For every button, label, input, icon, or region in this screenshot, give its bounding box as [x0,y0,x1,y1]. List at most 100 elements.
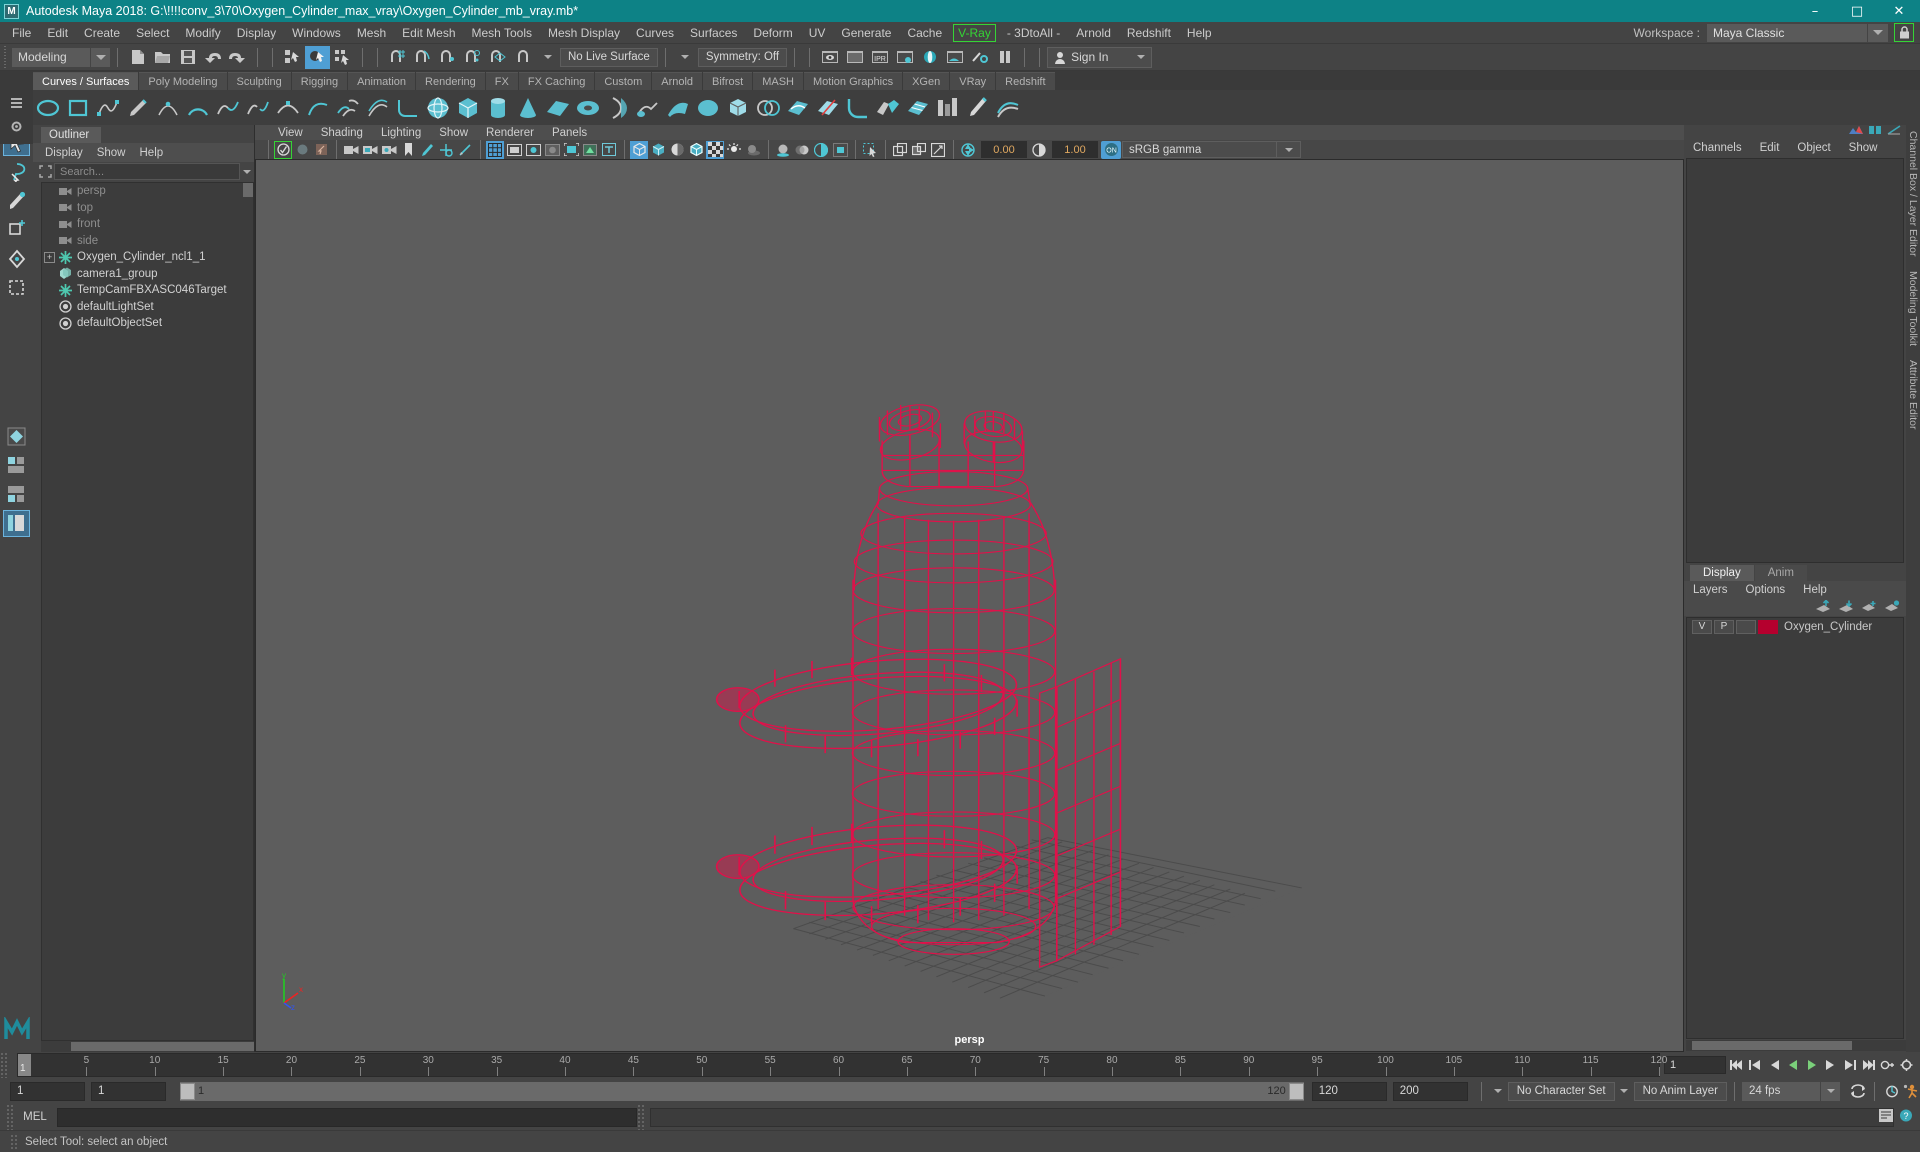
menu-3dtoall[interactable]: - 3DtoAll - [999,24,1068,42]
shelf-rebuild-surfaces-icon[interactable] [903,93,933,123]
new-empty-layer-icon[interactable] [1884,599,1900,615]
shelf-tab-custom[interactable]: Custom [595,72,652,90]
selection-bracket-icon[interactable] [36,163,54,180]
rotate-tool-icon[interactable] [3,245,30,272]
step-forward-frame-icon[interactable] [1840,1056,1859,1075]
shelf-surface-flow-icon[interactable] [993,93,1023,123]
color-space-select[interactable]: sRGB gamma [1122,141,1277,159]
gate-mask-icon[interactable] [543,141,561,159]
snap-to-grid-icon[interactable] [385,46,410,69]
minimize-button[interactable]: – [1794,0,1836,22]
range-slider-left-handle[interactable] [180,1082,195,1100]
outliner-list[interactable]: persp top front side + Oxygen_Cylinder_n… [41,182,254,1041]
layer-row[interactable]: V P Oxygen_Cylinder [1687,618,1903,636]
playback-speed-chevron-down-icon[interactable] [1821,1081,1840,1101]
outliner-vertical-scrollbar[interactable] [243,183,253,1040]
layer-color-swatch[interactable] [1758,619,1778,634]
layer-horizontal-scrollbar[interactable] [1686,1040,1906,1051]
ipr-render-icon[interactable]: IPR [867,46,892,69]
menu-select[interactable]: Select [128,24,177,42]
xray-active-components-icon[interactable] [910,141,928,159]
outliner-menu-help[interactable]: Help [133,147,171,159]
viewport-menu-shading[interactable]: Shading [312,127,372,139]
camera-settings-icon[interactable] [380,141,398,159]
shelf-nurbs-circle-icon[interactable] [33,93,63,123]
toolbar-gripper[interactable] [2,46,10,68]
shelf-birail-icon[interactable] [663,93,693,123]
outliner-item-default-object-set[interactable]: defaultObjectSet [42,315,253,332]
menu-mesh-tools[interactable]: Mesh Tools [464,24,540,42]
shelf-tab-rigging[interactable]: Rigging [291,72,348,90]
camera-attributes-icon[interactable] [342,141,360,159]
channels-edit-menu[interactable]: Edit [1751,142,1789,154]
shelf-tab-xgen[interactable]: XGen [903,72,950,90]
step-back-key-icon[interactable] [1764,1056,1783,1075]
character-set-field[interactable]: No Character Set [1507,1081,1615,1101]
new-layer-from-selected-icon[interactable] [1861,600,1877,615]
range-slider-right-handle[interactable] [1288,1082,1304,1100]
channels-menu[interactable]: Channels [1684,142,1751,154]
go-to-end-icon[interactable] [1859,1056,1878,1075]
shelf-tab-bifrost[interactable]: Bifrost [703,72,753,90]
viewport-menu-view[interactable]: View [269,127,312,139]
shelf-tab-vray[interactable]: VRay [950,72,996,90]
shelf-tab-poly-modeling[interactable]: Poly Modeling [139,72,227,90]
snap-to-curve-icon[interactable] [410,46,435,69]
shelf-loft-icon[interactable] [333,93,363,123]
exposure-icon[interactable] [959,141,977,159]
channel-box-toggle-icon[interactable] [1849,125,1863,139]
exposure-control-icon[interactable] [562,141,580,159]
layer-visibility-toggle[interactable]: V [1692,619,1712,634]
layers-help-menu[interactable]: Help [1794,584,1836,596]
outliner-item-camera1-group[interactable]: camera1_group [42,266,253,283]
help-line-icon[interactable]: ? [1898,1108,1914,1126]
view-cube-layout-icon[interactable] [3,423,30,450]
menu-windows[interactable]: Windows [284,24,349,42]
layer-hscroll-thumb[interactable] [1692,1041,1852,1050]
shelf-surface-fillet-icon[interactable] [843,93,873,123]
shelf-trim-tool-icon[interactable] [813,93,843,123]
render-settings-icon[interactable] [892,46,917,69]
step-forward-key-icon[interactable] [1821,1056,1840,1075]
2d-pan-zoom-icon[interactable] [456,141,474,159]
select-by-component-type-icon[interactable] [330,46,355,69]
outliner-persp-layout-icon[interactable] [3,510,30,537]
color-space-chevron-down-icon[interactable] [1277,141,1301,159]
playblast-icon[interactable] [293,141,311,159]
menu-curves[interactable]: Curves [628,24,682,42]
move-layer-down-icon[interactable] [1838,600,1854,615]
viewport-menu-panels[interactable]: Panels [543,127,596,139]
command-language-label[interactable]: MEL [13,1111,57,1123]
shelf-tab-mash[interactable]: MASH [753,72,803,90]
menu-arnold[interactable]: Arnold [1068,24,1119,42]
symmetry-field[interactable]: Symmetry: Off [697,47,788,67]
attribute-editor-toggle-icon[interactable] [1887,125,1901,139]
play-forwards-icon[interactable] [1802,1056,1821,1075]
menu-edit-mesh[interactable]: Edit Mesh [394,24,463,42]
pause-icon[interactable] [992,46,1017,69]
time-slider[interactable]: 1 5 10 15 20 25 30 35 40 45 50 55 60 65 70 75 80 85 90 95 1… [17,1053,1667,1077]
current-frame-field[interactable]: 1 [1664,1056,1726,1074]
move-layer-up-icon[interactable] [1815,598,1831,615]
script-editor-icon[interactable] [1878,1108,1894,1126]
outliner-menu-show[interactable]: Show [90,147,133,159]
shelf-tab-redshift[interactable]: Redshift [996,72,1055,90]
menu-surfaces[interactable]: Surfaces [682,24,745,42]
outliner-tab[interactable]: Outliner [41,127,102,143]
command-splitter[interactable] [637,1104,644,1130]
motion-blur-icon[interactable] [793,141,811,159]
command-input[interactable] [57,1107,637,1127]
modeling-toolkit-toggle-icon[interactable] [1868,125,1882,139]
workspace-select[interactable]: Maya Classic [1707,23,1867,42]
menu-set-select[interactable]: Modeling [12,47,90,67]
xray-joints-icon[interactable] [891,141,909,159]
redo-icon[interactable] [225,46,250,69]
playback-start-field[interactable]: 1 [91,1081,166,1101]
range-slider[interactable]: 1 120 [180,1081,1304,1101]
two-pane-layout-icon[interactable] [3,452,30,479]
shelf-tab-fx[interactable]: FX [485,72,518,90]
lock-camera-icon[interactable] [361,141,379,159]
channels-show-menu[interactable]: Show [1840,142,1887,154]
redo-render-icon[interactable] [842,46,867,69]
close-button[interactable]: ✕ [1878,0,1920,22]
